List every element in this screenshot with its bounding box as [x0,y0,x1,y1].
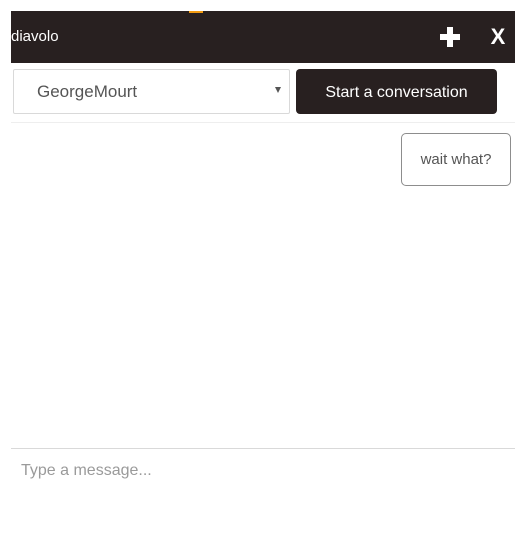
message-bubble: wait what? [401,133,511,186]
user-select[interactable]: GeorgeMourt [13,69,290,114]
chat-header: diavolo X [11,11,515,63]
chevron-down-icon [275,87,281,93]
close-icon: X [490,24,506,49]
conversation-toolbar: GeorgeMourt Start a conversation [11,63,515,123]
plus-icon [440,27,460,47]
chat-title: diavolo [11,28,59,45]
message-list: wait what? [11,123,515,448]
message-composer [11,448,515,537]
header-actions: X [436,11,515,63]
add-button[interactable] [436,20,464,54]
selected-user: GeorgeMourt [37,82,138,101]
start-conversation-button[interactable]: Start a conversation [296,69,497,114]
close-button[interactable]: X [484,20,512,54]
chat-window: diavolo X GeorgeMourt Start a conversati… [11,11,515,537]
message-input[interactable] [11,455,515,527]
header-accent [189,11,203,13]
